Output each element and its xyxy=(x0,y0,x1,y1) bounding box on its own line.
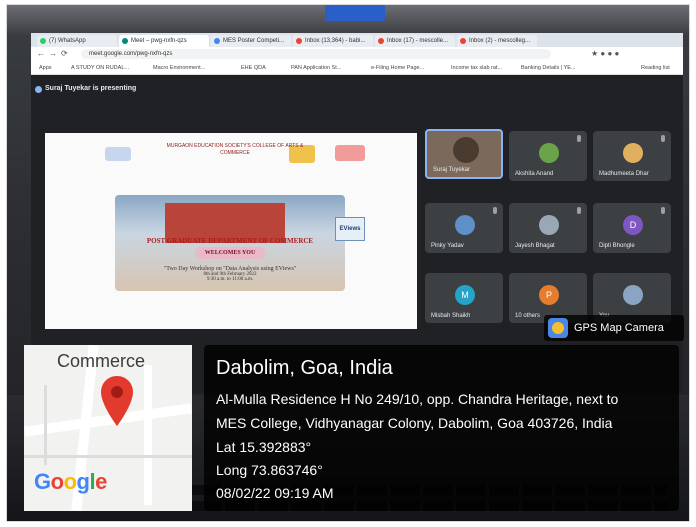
gps-app-label: GPS Map Camera xyxy=(574,322,664,334)
avatar xyxy=(539,143,559,163)
participant-tile[interactable]: Jayesh Bhagat xyxy=(509,203,587,253)
google-logo: Google xyxy=(34,469,107,494)
participant-name: Pinky Yadav xyxy=(431,243,464,249)
document-icon xyxy=(214,38,220,44)
address-line: Al-Mulla Residence H No 249/10, opp. Cha… xyxy=(216,391,619,407)
latitude: Lat 15.392883° xyxy=(216,439,312,455)
browser-tab[interactable]: Inbox (13,364) - babi... xyxy=(293,35,373,47)
location-pin-icon xyxy=(101,376,133,426)
tab-label: Meet – pwg-nxfn-qzs xyxy=(131,38,187,44)
address-line: MES College, Vidhyanagar Colony, Dabolim… xyxy=(216,415,613,431)
slide-time: 9:30 a.m. to 11:00 a.m. xyxy=(206,277,254,282)
browser-tab[interactable]: Inbox (17) - mescolle... xyxy=(375,35,455,47)
participant-video xyxy=(453,137,479,163)
slide-workshop: "Two Day Workshop on "Data Analysis usin… xyxy=(135,266,325,282)
participant-tile[interactable]: Akshita Anand xyxy=(509,131,587,181)
camera-icon xyxy=(548,318,568,338)
tab-label: (7) WhatsApp xyxy=(49,38,86,44)
extensions-icon[interactable]: ★ ● ● ● xyxy=(591,49,619,59)
avatar xyxy=(455,215,475,235)
mic-off-icon xyxy=(577,135,581,142)
map-road xyxy=(24,455,192,458)
bookmark-item[interactable]: Banking Details | YE... xyxy=(521,64,576,72)
participant-tile[interactable]: Pinky Yadav xyxy=(425,203,503,253)
slide-society: MURGAON EDUCATION SOCIETY'S COLLEGE OF A… xyxy=(166,143,304,156)
participant-tile[interactable]: Suraj Tuyekar xyxy=(425,129,503,179)
gps-camera-badge: GPS Map Camera xyxy=(544,315,684,341)
tab-label: MES Poster Competi... xyxy=(223,38,285,44)
browser-tab[interactable]: (7) WhatsApp xyxy=(37,35,117,47)
gmail-icon xyxy=(378,38,384,44)
url-field[interactable]: meet.google.com/pwg-nxfn-qzs xyxy=(81,49,551,59)
participant-name: Dipti Bhongle xyxy=(599,243,635,249)
avatar xyxy=(623,285,643,305)
participant-tile[interactable]: D Dipti Bhongle xyxy=(593,203,671,253)
avatar xyxy=(623,143,643,163)
participant-name: Madhumeeta Dhar xyxy=(599,171,649,177)
forward-icon[interactable]: → xyxy=(49,49,57,59)
bookmark-item[interactable]: Macro Environment... xyxy=(153,64,205,72)
mic-off-icon xyxy=(577,207,581,214)
reading-list[interactable]: Reading list xyxy=(641,64,670,72)
map-thumbnail: Commerce Google xyxy=(24,345,192,511)
map-road xyxy=(44,385,47,465)
longitude: Long 73.863746° xyxy=(216,462,323,478)
tab-label: Inbox (2) - mescolleg... xyxy=(469,38,531,44)
college-logo xyxy=(105,147,131,161)
tab-label: Inbox (17) - mescolle... xyxy=(387,38,449,44)
presenting-text: Suraj Tuyekar is presenting xyxy=(45,85,137,92)
avatar: D xyxy=(623,215,643,235)
browser-tab[interactable]: MES Poster Competi... xyxy=(211,35,291,47)
mic-off-icon xyxy=(661,135,665,142)
back-icon[interactable]: ← xyxy=(37,49,45,59)
bookmark-item[interactable]: EHE QDA xyxy=(241,64,266,72)
date-time: 08/02/22 09:19 AM xyxy=(216,485,334,501)
browser-tab-bar: (7) WhatsApp Meet – pwg-nxfn-qzs MES Pos… xyxy=(31,33,683,47)
address-bar: ← → ⟳ meet.google.com/pwg-nxfn-qzs ★ ● ●… xyxy=(31,47,683,61)
participant-name: 10 others xyxy=(515,313,541,319)
avatar: P xyxy=(539,285,559,305)
presentation-slide: MURGAON EDUCATION SOCIETY'S COLLEGE OF A… xyxy=(45,133,417,329)
participant-name: Suraj Tuyekar xyxy=(433,167,471,173)
mic-off-icon xyxy=(493,207,497,214)
presenting-icon xyxy=(35,86,42,93)
bookmark-item[interactable]: Income tax slab rat... xyxy=(451,64,502,72)
reload-icon[interactable]: ⟳ xyxy=(61,49,68,59)
participant-name: Akshita Anand xyxy=(515,171,554,177)
slide-welcome: WELCOMES YOU xyxy=(195,247,265,259)
meet-icon xyxy=(122,38,128,44)
participant-tile[interactable]: M Misbah Shaikh xyxy=(425,273,503,323)
participant-tile[interactable]: Madhumeeta Dhar xyxy=(593,131,671,181)
bookmarks-bar: Apps A STUDY ON RUDAL... Macro Environme… xyxy=(31,61,683,75)
map-place-label: Commerce xyxy=(57,351,146,371)
bookmark-item[interactable]: Apps xyxy=(39,64,52,72)
gmail-icon xyxy=(460,38,466,44)
map-road xyxy=(144,365,152,505)
browser-tab[interactable]: Inbox (2) - mescolleg... xyxy=(457,35,537,47)
location-info-panel: Dabolim, Goa, India Al-Mulla Residence H… xyxy=(204,345,679,511)
tab-label: Inbox (13,364) - babi... xyxy=(305,38,366,44)
browser-tab[interactable]: Meet – pwg-nxfn-qzs xyxy=(119,35,209,47)
participant-name: Misbah Shaikh xyxy=(431,313,471,319)
blue-sticker xyxy=(325,5,385,21)
avatar: M xyxy=(455,285,475,305)
avatar xyxy=(539,215,559,235)
mic-off-icon xyxy=(661,207,665,214)
participant-name: Jayesh Bhagat xyxy=(515,243,555,249)
bookmark-item[interactable]: PAN Application St... xyxy=(291,64,341,72)
slide-department: POST GRADUATE DEPARTMENT OF COMMERCE xyxy=(146,237,314,245)
eviews-logo: EViews xyxy=(335,217,365,241)
bookmark-item[interactable]: e-Filing Home Page... xyxy=(371,64,424,72)
place-name: Dabolim, Goa, India xyxy=(216,357,393,379)
gmail-icon xyxy=(296,38,302,44)
bookmark-item[interactable]: A STUDY ON RUDAL... xyxy=(71,64,129,72)
whatsapp-icon xyxy=(40,38,46,44)
partner-logo xyxy=(335,145,365,161)
